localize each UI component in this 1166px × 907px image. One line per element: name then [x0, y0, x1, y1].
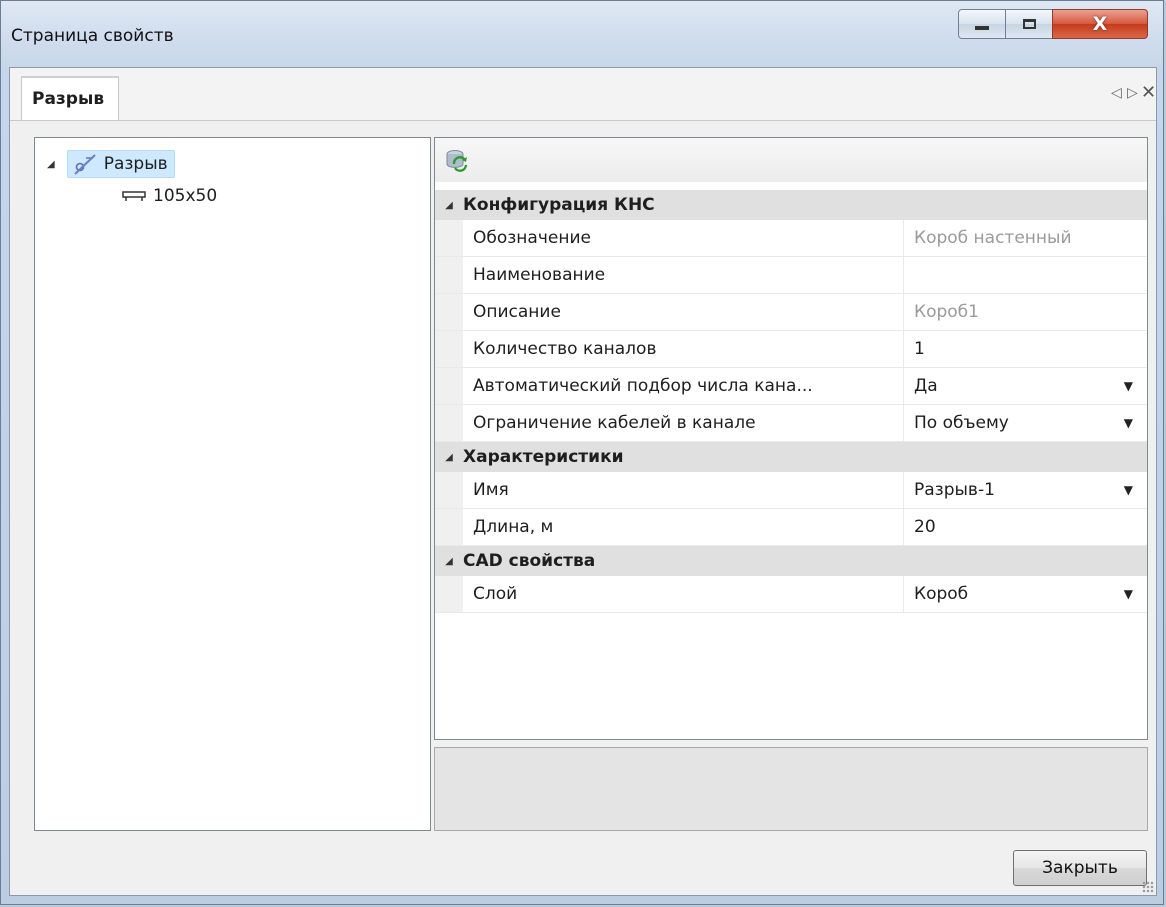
content-area: Разрыв ◁ ▷ ✕ ◢ Разрыв 105x50 ◢ Конфигура…	[9, 67, 1157, 896]
close-icon: X	[1092, 13, 1108, 35]
tree-node-selection[interactable]: Разрыв	[66, 150, 175, 178]
property-value-text: 1	[914, 339, 925, 359]
property-value: Короб1	[903, 294, 1147, 330]
tree-node-label: 105x50	[153, 186, 218, 206]
document-tabstrip: Разрыв ◁ ▷ ✕	[10, 68, 1156, 121]
property-name: Автоматический подбор числа кана...	[473, 376, 813, 396]
property-value: Короб настенный	[903, 220, 1147, 256]
row-gutter	[435, 257, 463, 293]
tab-scroll-right-icon[interactable]: ▷	[1127, 85, 1138, 101]
row-gutter	[435, 294, 463, 330]
dropdown-arrow-icon[interactable]: ▼	[1124, 587, 1133, 601]
property-row[interactable]: Длина, м 20	[435, 509, 1147, 546]
window-close-button[interactable]: X	[1052, 9, 1148, 39]
property-row[interactable]: Описание Короб1	[435, 294, 1147, 331]
category-cad-properties[interactable]: ◢ CAD свойства	[435, 546, 1147, 576]
category-knc-config[interactable]: ◢ Конфигурация КНС	[435, 190, 1147, 220]
property-grid-toolbar	[435, 138, 1147, 182]
row-gutter	[435, 509, 463, 545]
property-name: Ограничение кабелей в канале	[473, 413, 756, 433]
expand-triangle-icon[interactable]: ◢	[47, 159, 55, 170]
row-gutter	[435, 576, 463, 612]
property-name: Имя	[473, 480, 509, 500]
property-name: Обозначение	[473, 228, 591, 248]
property-row[interactable]: Наименование	[435, 257, 1147, 294]
maximize-icon	[1022, 19, 1036, 29]
minimize-button[interactable]	[958, 9, 1006, 39]
property-row[interactable]: Имя Разрыв-1 ▼	[435, 472, 1147, 509]
collapse-triangle-icon[interactable]: ◢	[435, 200, 463, 211]
property-value-text: Короб настенный	[914, 228, 1072, 248]
property-value-text: Короб	[914, 584, 969, 604]
property-value-text: По объему	[914, 413, 1009, 433]
property-value-text: Короб1	[914, 302, 979, 322]
category-label: CAD свойства	[463, 551, 596, 571]
property-value-field[interactable]: 20	[903, 509, 1147, 545]
property-value-dropdown[interactable]: Разрыв-1 ▼	[903, 472, 1147, 508]
row-gutter	[435, 472, 463, 508]
property-row[interactable]: Ограничение кабелей в канале По объему ▼	[435, 405, 1147, 442]
row-gutter	[435, 220, 463, 256]
property-row[interactable]: Автоматический подбор числа кана... Да ▼	[435, 368, 1147, 405]
category-label: Характеристики	[463, 447, 624, 467]
tree-node-root[interactable]: ◢ Разрыв	[47, 150, 175, 178]
tab-label: Разрыв	[32, 89, 105, 109]
dropdown-arrow-icon[interactable]: ▼	[1124, 483, 1133, 497]
property-value-text: Разрыв-1	[914, 480, 995, 500]
cable-tray-icon	[122, 191, 146, 201]
property-name: Наименование	[473, 265, 606, 285]
description-pane	[434, 747, 1148, 831]
property-value-text: 20	[914, 517, 936, 537]
property-value-field[interactable]	[903, 257, 1147, 293]
tab-scroll-left-icon[interactable]: ◁	[1111, 85, 1122, 101]
tab-break[interactable]: Разрыв	[21, 76, 120, 120]
close-button[interactable]: Закрыть	[1013, 850, 1147, 886]
refresh-db-icon[interactable]	[445, 148, 469, 172]
property-row[interactable]: Обозначение Короб настенный	[435, 220, 1147, 257]
maximize-button[interactable]	[1005, 9, 1053, 39]
tree-node-label: Разрыв	[103, 154, 168, 174]
property-row[interactable]: Количество каналов 1	[435, 331, 1147, 368]
minimize-icon	[975, 26, 989, 30]
property-row[interactable]: Слой Короб ▼	[435, 576, 1147, 613]
collapse-triangle-icon[interactable]: ◢	[435, 452, 463, 463]
dropdown-arrow-icon[interactable]: ▼	[1124, 416, 1133, 430]
object-tree[interactable]: ◢ Разрыв 105x50	[34, 137, 431, 831]
tree-node-child[interactable]: 105x50	[121, 184, 217, 208]
row-gutter	[435, 368, 463, 404]
dropdown-arrow-icon[interactable]: ▼	[1124, 379, 1133, 393]
collapse-triangle-icon[interactable]: ◢	[435, 556, 463, 567]
break-line-icon	[74, 154, 96, 175]
property-name: Длина, м	[473, 517, 554, 537]
property-name: Описание	[473, 302, 561, 322]
tab-close-icon[interactable]: ✕	[1141, 82, 1156, 103]
property-grid: ◢ Конфигурация КНС Обозначение Короб нас…	[434, 137, 1148, 740]
resize-grip-icon[interactable]	[1142, 881, 1154, 893]
window-title: Страница свойств	[11, 26, 174, 46]
row-gutter	[435, 405, 463, 441]
property-value-dropdown[interactable]: Да ▼	[903, 368, 1147, 404]
property-value-dropdown[interactable]: Короб ▼	[903, 576, 1147, 612]
title-bar[interactable]: Страница свойств X	[1, 1, 1163, 69]
property-value-text: Да	[914, 376, 938, 396]
property-name: Слой	[473, 584, 518, 604]
property-value-dropdown[interactable]: По объему ▼	[903, 405, 1147, 441]
property-name: Количество каналов	[473, 339, 657, 359]
property-value-field[interactable]: 1	[903, 331, 1147, 367]
category-label: Конфигурация КНС	[463, 195, 655, 215]
category-characteristics[interactable]: ◢ Характеристики	[435, 442, 1147, 472]
row-gutter	[435, 331, 463, 367]
properties-window: Страница свойств X Разрыв ◁ ▷ ✕ ◢ Разрыв	[0, 0, 1164, 905]
